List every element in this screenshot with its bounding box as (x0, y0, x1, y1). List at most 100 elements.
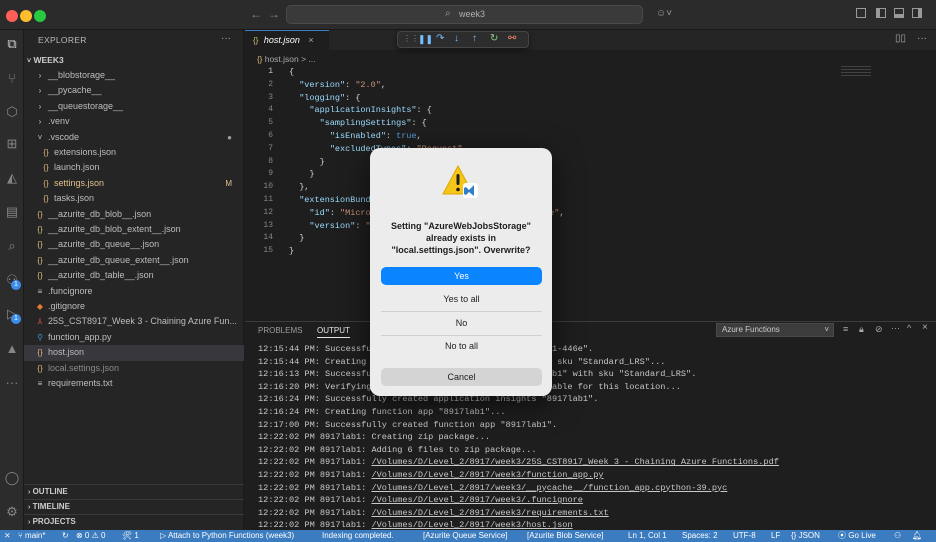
explorer-icon[interactable]: ⧉ (0, 32, 24, 56)
maximize-window-button[interactable] (34, 10, 46, 22)
yes-to-all-button[interactable]: Yes to all (381, 290, 542, 308)
output-log[interactable]: 12:15:44 PM: Successfully created resour… (245, 343, 936, 531)
encoding[interactable]: UTF-8 (733, 530, 756, 542)
toggle-panel-icon[interactable] (894, 8, 904, 18)
notifications-icon[interactable]: 🔔︎ (912, 530, 922, 542)
breadcrumb[interactable]: {} host.json > ... (257, 54, 316, 64)
remote-explorer-icon[interactable]: ⚇ 1 (0, 268, 24, 292)
yes-button[interactable]: Yes (381, 267, 542, 285)
pause-icon[interactable]: ❚❚ (418, 34, 433, 45)
maximize-panel-icon[interactable]: ^ (907, 323, 911, 333)
tree-item[interactable]: {} launch.json (24, 160, 244, 175)
file-icon: {} (37, 209, 43, 219)
close-tab-icon[interactable]: × (308, 35, 313, 45)
no-button[interactable]: No (381, 314, 542, 332)
tree-item[interactable]: {} local.settings.json (24, 361, 244, 376)
tree-item[interactable]: {} extensions.json (24, 145, 244, 160)
workspace-folder[interactable]: ˅ WEEK3 (24, 53, 244, 67)
chevron-icon: › (38, 117, 42, 127)
timeline-section[interactable]: › TIMELINE (24, 499, 244, 513)
cursor-position[interactable]: Ln 1, Col 1 (628, 530, 667, 542)
tree-item[interactable]: {} __azurite_db_queue_extent__.json (24, 253, 244, 268)
cancel-button[interactable]: Cancel (381, 368, 542, 386)
restart-icon[interactable]: ↻ (490, 33, 498, 44)
extensions-box-icon[interactable]: ⬡ (0, 100, 24, 124)
azurite-queue-status[interactable]: [Azurite Queue Service] (423, 530, 507, 542)
projects-section[interactable]: › PROJECTS (24, 514, 244, 528)
language-mode[interactable]: {} JSON (791, 530, 820, 542)
step-out-icon[interactable]: ↑ (472, 33, 477, 44)
toggle-secondary-sidebar-icon[interactable] (912, 8, 922, 18)
clear-output-icon[interactable]: ⊘ (875, 324, 883, 335)
tab-problems[interactable]: PROBLEMS (258, 326, 302, 335)
tree-item[interactable]: ⚲ function_app.py (24, 330, 244, 345)
settings-gear-icon[interactable]: ⚙ (0, 500, 24, 524)
more-panel-icon[interactable]: ··· (891, 323, 900, 333)
azure-icon[interactable]: ◭ (0, 166, 24, 190)
outline-section[interactable]: › OUTLINE (24, 484, 244, 498)
sync-icon[interactable]: ↻ (62, 530, 69, 542)
tree-item[interactable]: ˅ .vscode ● (24, 130, 244, 145)
output-channel-select[interactable]: Azure Functions ˅ (716, 323, 834, 337)
book-icon[interactable]: ▤ (0, 200, 24, 224)
source-control-icon[interactable]: ⑂ (0, 66, 24, 90)
step-over-icon[interactable]: ↷ (436, 33, 444, 44)
tree-item[interactable]: {} __azurite_db_blob_extent__.json (24, 222, 244, 237)
tree-item[interactable]: › .venv (24, 114, 244, 129)
problems-indicator[interactable]: ⊗ 0 ⚠ 0 (76, 530, 105, 542)
editor-area: {} host.json × ⋮⋮ ❚❚ ↷ ↓ ↑ ↻ ⚯ ▯▯ ··· {}… (245, 30, 936, 320)
remote-indicator-icon[interactable]: ⨯ (4, 530, 11, 542)
forward-arrow-icon[interactable]: → (268, 7, 280, 21)
disconnect-icon[interactable]: ⚯ (508, 33, 516, 44)
minimap[interactable] (841, 66, 871, 76)
toggle-sidebar-icon[interactable] (876, 8, 886, 18)
close-panel-icon[interactable]: × (922, 322, 928, 333)
azure-logo-icon[interactable]: ▲ (0, 336, 24, 360)
more-icon[interactable]: ··· (0, 370, 24, 394)
more-actions-icon[interactable]: ··· (221, 33, 231, 44)
debug-attach-indicator[interactable]: ▷ Attach to Python Functions (week3) (160, 530, 294, 542)
file-icon: {} (37, 255, 43, 265)
tree-item-label: tasks.json (54, 193, 95, 204)
go-live-button[interactable]: ⦿ Go Live (838, 530, 876, 542)
no-to-all-button[interactable]: No to all (381, 337, 542, 355)
tree-item[interactable]: {} tasks.json (24, 191, 244, 206)
step-into-icon[interactable]: ↓ (454, 33, 459, 44)
extensions-icon[interactable]: ⊞ (0, 132, 24, 156)
tree-item[interactable]: ◆ .gitignore (24, 299, 244, 314)
run-debug-icon[interactable]: ▷ 1 (0, 302, 24, 326)
branch-indicator[interactable]: ⑂ main* (18, 530, 45, 542)
editor-more-icon[interactable]: ··· (917, 33, 927, 44)
minimize-window-button[interactable] (20, 10, 32, 22)
filter-list-icon[interactable]: ≡ (843, 324, 848, 334)
copilot-icon[interactable]: ⚇ (894, 530, 901, 542)
tree-item[interactable]: › __queuestorage__ (24, 99, 244, 114)
tree-item[interactable]: › __blobstorage__ (24, 68, 244, 83)
lock-icon[interactable]: 🔒︎ (859, 324, 864, 335)
tab-host-json[interactable]: {} host.json × (245, 30, 329, 50)
azurite-blob-status[interactable]: [Azurite Blob Service] (527, 530, 603, 542)
indentation[interactable]: Spaces: 2 (682, 530, 718, 542)
split-editor-icon[interactable]: ▯▯ (895, 33, 906, 44)
command-center-search[interactable]: ⌕ week3 (286, 5, 643, 24)
tree-item[interactable]: › __pycache__ (24, 83, 244, 98)
editor-tabs: {} host.json × ⋮⋮ ❚❚ ↷ ↓ ↑ ↻ ⚯ ▯▯ ··· (245, 30, 936, 50)
tree-item[interactable]: {} __azurite_db_table__.json (24, 268, 244, 283)
search-sidebar-icon[interactable]: ⌕ (0, 234, 24, 258)
tree-item[interactable]: {} __azurite_db_queue__.json (24, 237, 244, 252)
back-arrow-icon[interactable]: ← (250, 7, 262, 21)
tree-item[interactable]: ⅄ 25S_CST8917_Week 3 - Chaining Azure Fun… (24, 314, 244, 329)
tree-item[interactable]: {} settings.json M (24, 176, 244, 191)
tree-item[interactable]: ≡ .funcignore (24, 284, 244, 299)
account-icon[interactable]: ◯ (0, 466, 24, 490)
tree-item[interactable]: ≡ requirements.txt (24, 376, 244, 391)
ports-indicator[interactable]: 🛠 1 (122, 530, 139, 542)
layout-icon[interactable] (856, 8, 866, 18)
tree-item[interactable]: {} host.json (24, 345, 244, 361)
close-window-button[interactable] (6, 10, 18, 22)
tab-output[interactable]: OUTPUT (317, 326, 350, 338)
tree-item[interactable]: {} __azurite_db_blob__.json (24, 207, 244, 222)
end-of-line[interactable]: LF (771, 530, 780, 542)
accounts-icon[interactable]: ☺˅ (656, 8, 672, 19)
drag-handle-icon[interactable]: ⋮⋮ (403, 34, 419, 43)
